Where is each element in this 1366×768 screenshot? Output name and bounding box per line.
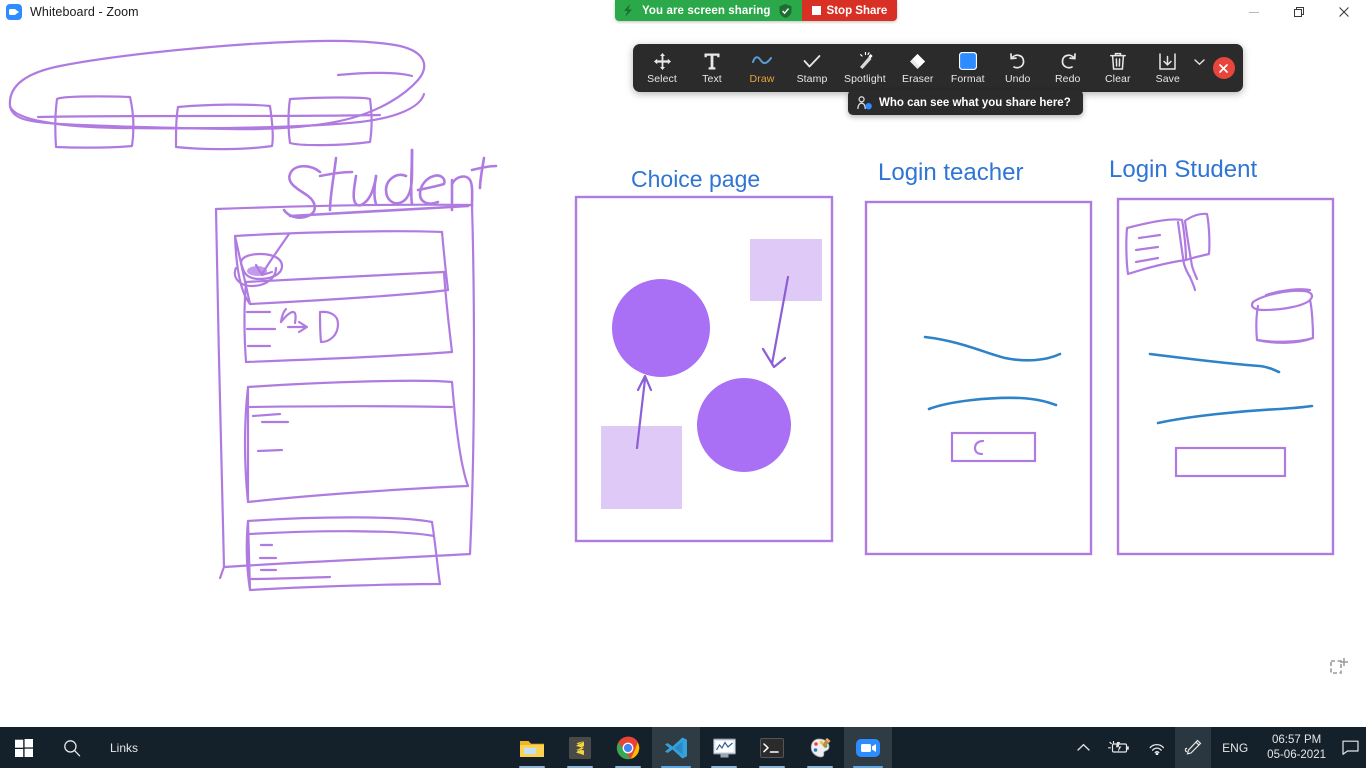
clock-widget[interactable]: 06:57 PM 05-06-2021 xyxy=(1259,727,1334,768)
tool-undo[interactable]: Undo xyxy=(993,45,1043,91)
stop-share-button[interactable]: Stop Share xyxy=(801,0,898,21)
battery-charging-icon[interactable] xyxy=(1099,727,1139,768)
paint-palette-icon xyxy=(810,737,831,757)
links-toolbar[interactable]: Links xyxy=(96,727,152,768)
login-teacher-title: Login teacher xyxy=(878,159,1024,186)
tool-stamp[interactable]: Stamp xyxy=(787,45,837,91)
format-color-square-icon xyxy=(958,52,977,71)
language-indicator[interactable]: ENG xyxy=(1211,727,1259,768)
tool-select-label: Select xyxy=(647,72,677,85)
pen-tablet-icon[interactable] xyxy=(1175,727,1212,768)
taskbar-zoom[interactable] xyxy=(844,727,892,768)
windows-taskbar: Links ENG 06:57 PM 05-06-2021 xyxy=(0,727,1366,768)
tool-text[interactable]: Text xyxy=(687,45,737,91)
login-student-title: Login Student xyxy=(1109,156,1258,183)
zoom-video-icon xyxy=(6,4,22,20)
close-button[interactable] xyxy=(1321,0,1366,24)
choice-circle-left xyxy=(612,279,710,377)
share-privacy-tooltip[interactable]: Who can see what you share here? xyxy=(848,90,1083,115)
checkmark-stamp-icon xyxy=(803,52,821,71)
text-t-icon xyxy=(704,52,720,71)
undo-arrow-icon xyxy=(1009,52,1027,71)
wifi-icon[interactable] xyxy=(1139,727,1175,768)
tool-redo[interactable]: Redo xyxy=(1043,45,1093,91)
tool-save[interactable]: Save xyxy=(1143,45,1193,91)
tool-save-label: Save xyxy=(1155,72,1180,85)
folder-icon xyxy=(520,740,544,757)
links-label: Links xyxy=(110,740,139,755)
chevron-down-icon[interactable] xyxy=(1194,53,1205,71)
tool-draw[interactable]: Draw xyxy=(737,45,787,91)
whiteboard-canvas[interactable]: Choice page Login teacher Login Student xyxy=(0,24,1366,727)
sublime-s-icon xyxy=(569,736,591,759)
taskbar-app-buttons xyxy=(508,727,892,768)
tool-format[interactable]: Format xyxy=(943,45,993,91)
sharing-status-text: You are screen sharing xyxy=(642,4,771,17)
windows-start-icon[interactable] xyxy=(0,727,48,768)
desktop-screen: Whiteboard - Zoom You are screen sharing… xyxy=(0,0,1366,768)
add-page-icon[interactable] xyxy=(1328,655,1352,679)
tool-text-label: Text xyxy=(702,72,722,85)
language-label: ENG xyxy=(1222,740,1249,755)
trash-can-icon xyxy=(1109,52,1126,71)
notification-speech-icon[interactable] xyxy=(1334,727,1366,768)
tooltip-text: Who can see what you share here? xyxy=(879,96,1071,109)
choice-circle-right xyxy=(697,378,791,472)
chrome-icon xyxy=(616,736,640,759)
squiggle-draw-icon xyxy=(752,52,772,71)
system-tray: ENG 06:57 PM 05-06-2021 xyxy=(1068,727,1366,768)
vscode-icon xyxy=(665,737,687,758)
window-controls xyxy=(1231,0,1366,24)
tool-eraser[interactable]: Eraser xyxy=(893,45,943,91)
tool-format-label: Format xyxy=(950,72,985,85)
choice-rect-bottom xyxy=(601,426,682,509)
stop-square-icon xyxy=(811,6,821,15)
spotlight-wand-icon xyxy=(856,52,874,71)
eraser-diamond-icon xyxy=(909,52,926,71)
taskbar-vs-code[interactable] xyxy=(652,727,700,768)
close-whiteboard-button[interactable] xyxy=(1212,57,1235,79)
whiteboard-drawings xyxy=(8,39,1335,592)
lightning-icon xyxy=(624,4,632,17)
taskbar-google-chrome[interactable] xyxy=(604,727,652,768)
redo-arrow-icon xyxy=(1059,52,1077,71)
shield-check-icon xyxy=(779,3,792,18)
tool-undo-label: Undo xyxy=(1005,72,1031,85)
whiteboard-toolbar: Select Text Draw Stamp Spotlight Eraser … xyxy=(633,44,1243,92)
sharing-status: You are screen sharing xyxy=(615,0,802,21)
clock-date: 05-06-2021 xyxy=(1267,748,1326,761)
window-title: Whiteboard - Zoom xyxy=(30,5,139,19)
tool-clear[interactable]: Clear xyxy=(1093,45,1143,91)
tool-draw-label: Draw xyxy=(749,72,775,85)
person-privacy-icon xyxy=(857,95,872,109)
taskbar-paint[interactable] xyxy=(796,727,844,768)
choice-page-title: Choice page xyxy=(631,166,761,192)
tool-select[interactable]: Select xyxy=(637,45,687,91)
save-group: Save xyxy=(1143,45,1205,91)
restore-button[interactable] xyxy=(1276,0,1321,24)
save-download-icon xyxy=(1159,52,1177,71)
stop-share-label: Stop Share xyxy=(826,4,888,17)
close-x-icon xyxy=(1219,63,1229,73)
taskbar-sublime-text[interactable] xyxy=(556,727,604,768)
tool-spotlight-label: Spotlight xyxy=(844,72,886,85)
search-magnifier-icon[interactable] xyxy=(48,727,96,768)
tool-stamp-label: Stamp xyxy=(796,72,828,85)
tool-spotlight[interactable]: Spotlight xyxy=(837,45,893,91)
minimize-button[interactable] xyxy=(1231,0,1276,24)
show-hidden-icons-button[interactable] xyxy=(1068,727,1099,768)
clock-time: 06:57 PM xyxy=(1271,733,1322,746)
monitor-chart-icon xyxy=(712,738,736,757)
zoom-video-icon xyxy=(856,738,880,757)
taskbar-command-prompt[interactable] xyxy=(748,727,796,768)
tool-clear-label: Clear xyxy=(1104,72,1131,85)
taskbar-file-explorer[interactable] xyxy=(508,727,556,768)
move-arrows-icon xyxy=(653,52,671,71)
tool-redo-label: Redo xyxy=(1055,72,1081,85)
tool-eraser-label: Eraser xyxy=(902,72,934,85)
taskbar-task-manager[interactable] xyxy=(700,727,748,768)
screen-sharing-banner: You are screen sharing Stop Share xyxy=(615,0,898,21)
terminal-icon xyxy=(760,737,784,758)
